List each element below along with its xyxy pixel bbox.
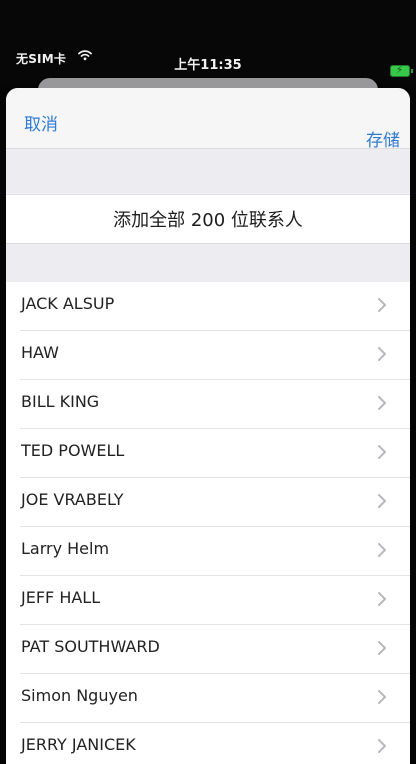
contact-name: JERRY JANICEK [21, 735, 136, 754]
contact-name: BILL KING [21, 392, 100, 411]
section-spacer [6, 149, 410, 193]
charging-bolt-icon: ⚡ [396, 65, 404, 76]
contact-name: Larry Helm [21, 539, 110, 558]
chevron-right-icon [378, 298, 386, 312]
section-spacer [6, 244, 410, 282]
contact-row[interactable]: TED POWELL [6, 429, 410, 478]
contact-row[interactable]: HAW [6, 331, 410, 380]
chevron-right-icon [378, 641, 386, 655]
contact-row[interactable]: BILL KING [6, 380, 410, 429]
cancel-button[interactable]: 取消 [24, 110, 58, 135]
contact-name: TED POWELL [21, 441, 125, 460]
contact-name: PAT SOUTHWARD [21, 637, 160, 656]
contact-name: JACK ALSUP [21, 294, 115, 313]
contact-name: HAW [21, 343, 59, 362]
chevron-right-icon [378, 543, 386, 557]
chevron-right-icon [378, 396, 386, 410]
contact-name: JOE VRABELY [21, 490, 124, 509]
contact-row[interactable]: JACK ALSUP [6, 282, 410, 331]
contact-row[interactable]: Larry Helm [6, 527, 410, 576]
import-contacts-sheet: 取消 存储 添加全部 200 位联系人 JACK ALSUP HAW BILL … [6, 88, 410, 764]
chevron-right-icon [378, 445, 386, 459]
clock: 上午11:35 [174, 58, 242, 73]
contact-row[interactable]: JOE VRABELY [6, 478, 410, 527]
battery-icon: ⚡ [390, 65, 413, 77]
contact-list: JACK ALSUP HAW BILL KING TED POWELL JOE … [6, 282, 410, 764]
chevron-right-icon [378, 494, 386, 508]
contact-row[interactable]: Simon Nguyen [6, 674, 410, 723]
contact-row[interactable]: JERRY JANICEK [6, 723, 410, 764]
contact-row[interactable]: PAT SOUTHWARD [6, 625, 410, 674]
chevron-right-icon [378, 739, 386, 753]
chevron-right-icon [378, 347, 386, 361]
contact-name: Simon Nguyen [21, 686, 138, 705]
add-all-contacts-button[interactable]: 添加全部 200 位联系人 [6, 194, 410, 244]
chevron-right-icon [378, 690, 386, 704]
save-button[interactable]: 存储 [366, 126, 400, 151]
navigation-bar: 取消 存储 [6, 88, 410, 151]
status-bar: 无SIM卡 上午11:35 ⚡ [0, 0, 416, 84]
contact-row[interactable]: JEFF HALL [6, 576, 410, 625]
contact-name: JEFF HALL [21, 588, 101, 607]
chevron-right-icon [378, 592, 386, 606]
